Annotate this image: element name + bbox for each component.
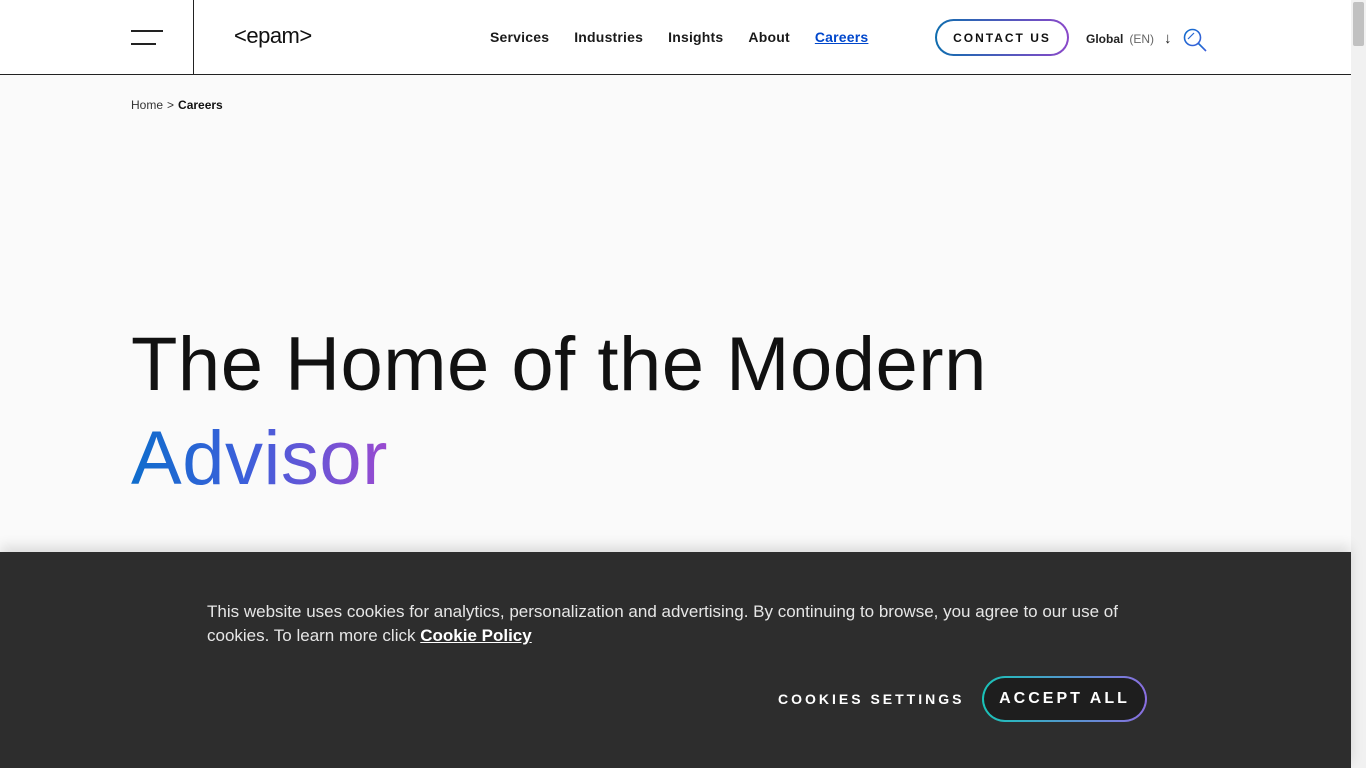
site-header: <epam> Services Industries Insights Abou… [0,0,1351,75]
nav-services[interactable]: Services [490,29,549,45]
cookie-banner: This website uses cookies for analytics,… [0,552,1351,768]
page-scrollbar[interactable] [1351,0,1366,768]
nav-careers[interactable]: Careers [815,29,869,45]
header-divider [193,0,194,74]
language-code: (EN) [1129,31,1155,46]
cookie-text: This website uses cookies for analytics,… [207,602,1118,645]
contact-us-button[interactable]: CONTACT US [935,19,1069,56]
epam-logo[interactable]: <epam> [234,23,312,49]
nav-about[interactable]: About [748,29,789,45]
search-icon[interactable] [1182,27,1208,53]
breadcrumb-separator: > [167,98,175,112]
nav-insights[interactable]: Insights [668,29,723,45]
nav-industries[interactable]: Industries [574,29,643,45]
cookie-policy-link[interactable]: Cookie Policy [420,626,531,645]
cookies-settings-button[interactable]: COOKIES SETTINGS [778,691,964,707]
hamburger-menu-icon[interactable] [131,30,163,46]
arrow-down-icon: ↓ [1164,30,1172,47]
cookie-message: This website uses cookies for analytics,… [207,600,1127,648]
hero-title-line1: The Home of the Modern [131,322,987,407]
accept-all-button[interactable]: ACCEPT ALL [982,676,1147,722]
scrollbar-thumb[interactable] [1353,2,1364,46]
language-region: Global [1086,31,1124,46]
breadcrumb-home[interactable]: Home [131,98,163,112]
main-nav: Services Industries Insights About Caree… [490,29,893,45]
breadcrumb-current: Careers [178,98,223,112]
breadcrumb: Home > Careers [131,98,223,112]
language-selector[interactable]: Global (EN) ↓ [1086,30,1172,47]
hero-title-accent: Advisor [131,416,388,501]
hero-title: The Home of the Modern Advisor [131,318,987,506]
